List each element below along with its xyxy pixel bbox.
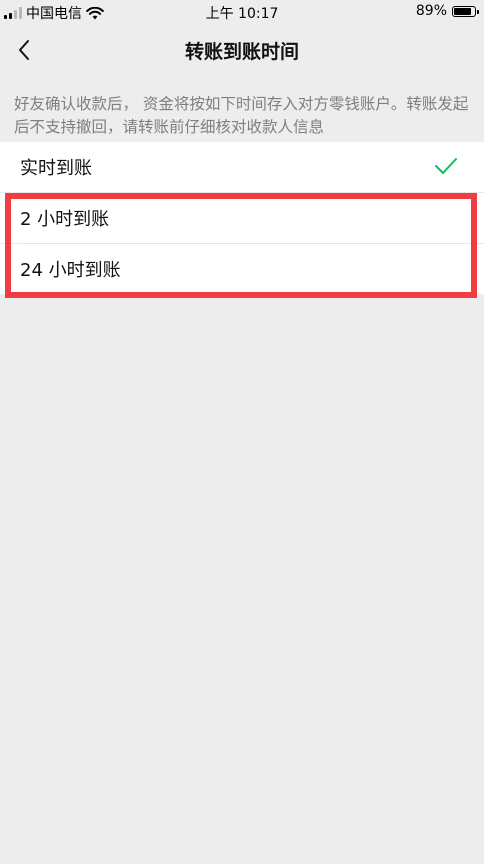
- status-bar: 中国电信 上午 10:17 89%: [0, 0, 484, 24]
- option-label: 实时到账: [20, 158, 92, 179]
- battery-fill: [454, 7, 471, 15]
- option-label: 24 小时到账: [20, 260, 121, 281]
- option-2-hours[interactable]: 2 小时到账: [0, 193, 484, 243]
- battery-icon: [452, 5, 479, 17]
- battery-percent: 89%: [415, 3, 447, 19]
- checkmark-icon: [435, 158, 457, 174]
- transfer-description: 好友确认收款后， 资金将按如下时间存入对方零钱账户。转账发起后不支持撤回，请转账…: [14, 95, 469, 136]
- status-time: 上午 10:17: [205, 6, 279, 22]
- nav-bar: 转账到账时间: [0, 24, 484, 76]
- option-24-hours[interactable]: 24 小时到账: [0, 244, 484, 294]
- option-realtime[interactable]: 实时到账: [0, 142, 484, 192]
- page-title: 转账到账时间: [184, 41, 299, 63]
- status-right: 89%: [415, 3, 479, 19]
- option-label: 2 小时到账: [20, 209, 110, 230]
